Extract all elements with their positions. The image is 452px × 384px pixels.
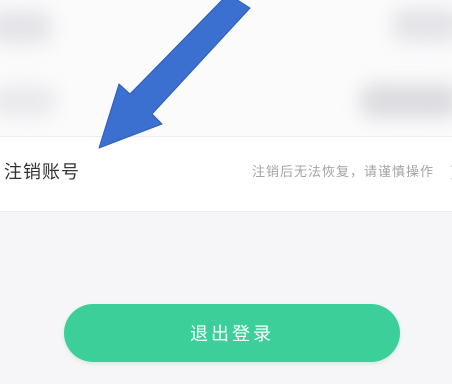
blurred-item-left-top [0, 10, 52, 44]
logout-button[interactable]: 退出登录 [64, 304, 400, 362]
chevron-right-icon [444, 164, 452, 181]
blurred-settings-area [0, 0, 452, 136]
blurred-item-right-bottom [360, 84, 452, 118]
delete-account-row[interactable]: 注销账号 注销后无法恢复，请谨慎操作 [0, 136, 452, 212]
blurred-item-left-bottom [0, 86, 56, 116]
blurred-item-right-top [392, 8, 452, 42]
delete-account-label: 注销账号 [4, 162, 80, 183]
delete-account-hint: 注销后无法恢复，请谨慎操作 [251, 165, 434, 180]
